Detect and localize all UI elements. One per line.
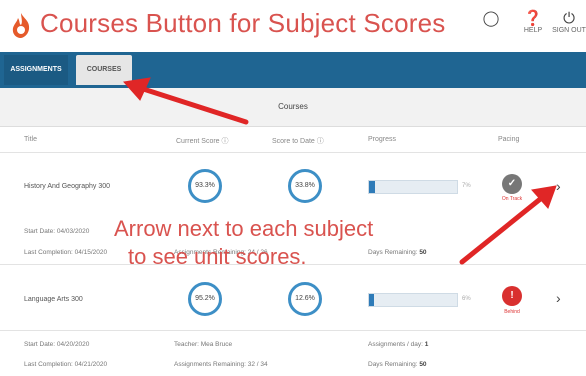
- last-completion: Last Completion: 04/21/2020: [24, 361, 108, 368]
- page-headline: Courses Button for Subject Scores: [40, 8, 446, 38]
- pacing-label: On Track: [501, 196, 523, 202]
- divider: [0, 152, 586, 153]
- annotation-line-2: to see unit scores.: [128, 244, 307, 269]
- tab-courses[interactable]: Courses: [76, 55, 132, 85]
- power-icon: ⏻: [563, 10, 575, 27]
- days-remaining: Days Remaining: 50: [368, 249, 427, 256]
- start-date: Start Date: 04/03/2020: [24, 228, 90, 235]
- info-icon[interactable]: ⓘ: [222, 138, 229, 145]
- help-icon: ❓: [523, 10, 543, 27]
- courses-header: Courses: [0, 88, 586, 127]
- progress-fill: [369, 181, 376, 193]
- progress-fill: [369, 294, 375, 306]
- current-score-ring: 93.3%: [188, 169, 222, 203]
- last-completion: Last Completion: 04/15/2020: [24, 249, 108, 256]
- current-score-ring: 95.2%: [188, 282, 222, 316]
- progress-bar: [368, 180, 458, 194]
- column-pacing: Pacing: [498, 136, 520, 143]
- lightbulb-button[interactable]: ◯: [474, 10, 508, 27]
- column-score-to-date: Score to Date ⓘ: [272, 138, 324, 145]
- progress-label: 6%: [462, 296, 471, 302]
- divider: [0, 330, 586, 331]
- pacing-alert-icon: !: [502, 286, 522, 306]
- pacing-check-icon: ✓: [502, 174, 522, 194]
- column-progress: Progress: [368, 136, 397, 143]
- info-icon[interactable]: ⓘ: [317, 138, 324, 145]
- pacing-label: Behind: [504, 309, 520, 315]
- progress-label: 7%: [462, 183, 471, 189]
- help-button[interactable]: ❓ HELP: [516, 10, 550, 34]
- annotation-line-1: Arrow next to each subject: [114, 216, 374, 241]
- flame-logo-icon: [12, 13, 30, 38]
- column-current-score: Current Score ⓘ: [176, 138, 229, 145]
- help-label: HELP: [523, 27, 543, 34]
- course-title[interactable]: History And Geography 300: [24, 183, 110, 190]
- sign-out-button[interactable]: ⏻ SIGN OUT: [552, 10, 586, 34]
- tab-assignments[interactable]: Assignments: [4, 55, 68, 85]
- score-to-date-ring: 33.8%: [288, 169, 322, 203]
- teacher: Teacher: Mea Bruce: [174, 341, 233, 348]
- assignments-remaining: Assignments Remaining: 32 / 34: [174, 361, 268, 368]
- progress-bar: [368, 293, 458, 307]
- chevron-right-icon[interactable]: ›: [556, 178, 561, 194]
- sign-out-label: SIGN OUT: [552, 27, 586, 34]
- chevron-right-icon[interactable]: ›: [556, 290, 561, 306]
- days-remaining: Days Remaining: 50: [368, 361, 427, 368]
- assignments-per-day: Assignments / day: 1: [368, 341, 429, 348]
- score-to-date-ring: 12.6%: [288, 282, 322, 316]
- lightbulb-icon: ◯: [482, 10, 500, 27]
- column-title: Title: [24, 136, 37, 143]
- course-title[interactable]: Language Arts 300: [24, 296, 83, 303]
- start-date: Start Date: 04/20/2020: [24, 341, 90, 348]
